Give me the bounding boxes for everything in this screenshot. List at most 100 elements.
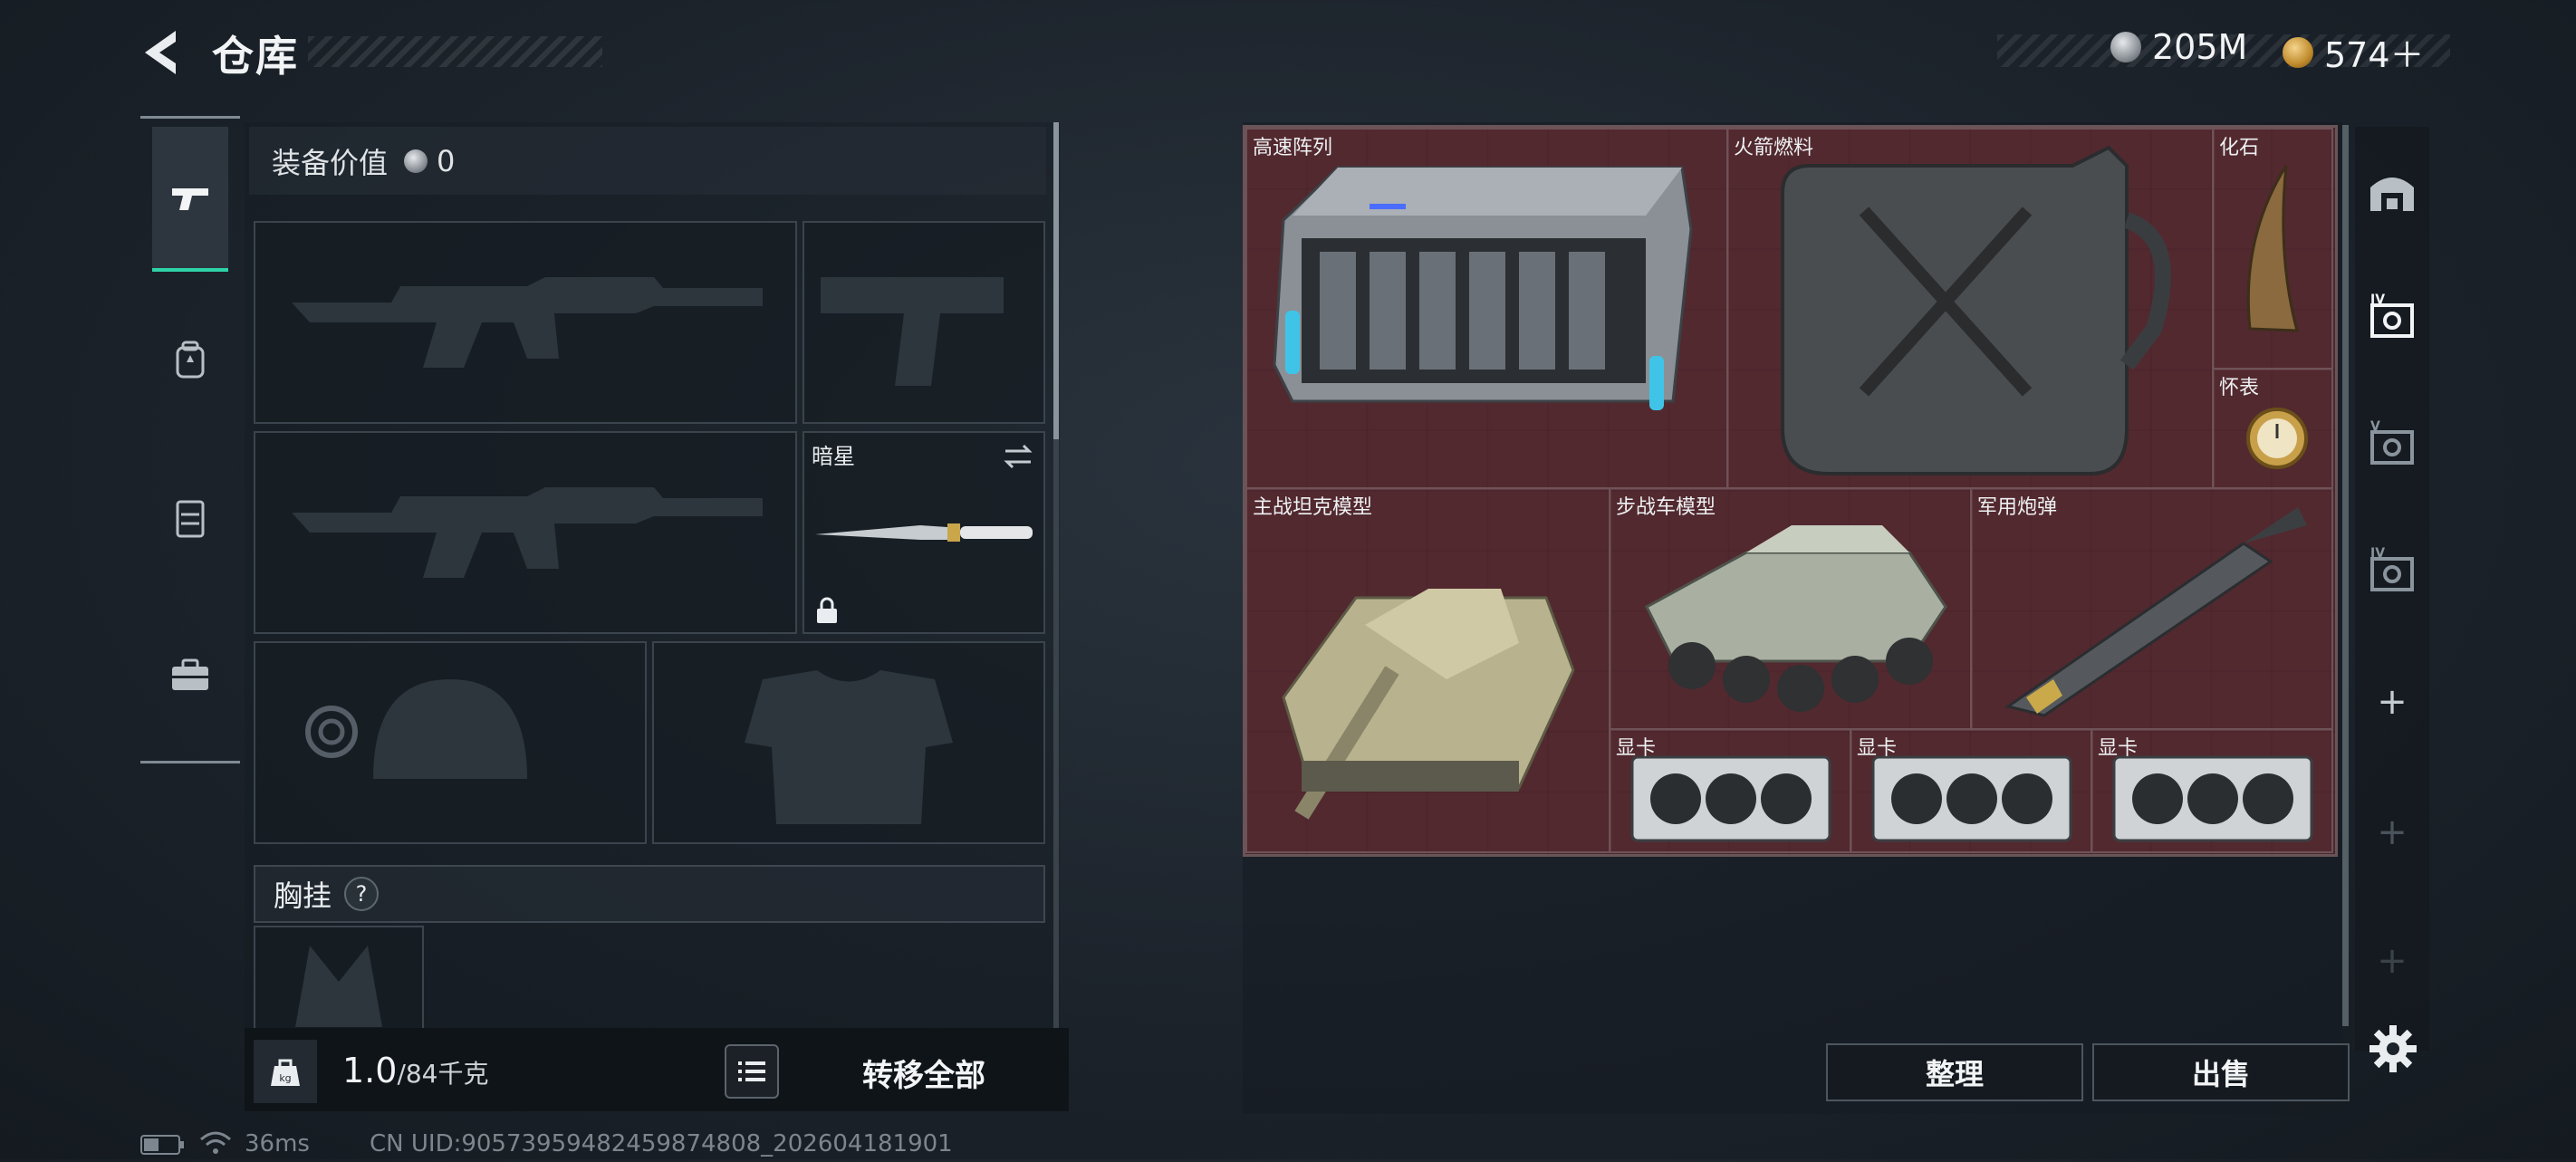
item-rocket-fuel[interactable]: 火箭燃料	[1726, 128, 2215, 490]
equipment-value-label: 装备价值	[272, 145, 389, 180]
weight-current: 1.0	[342, 1051, 398, 1090]
svg-text:IV: IV	[2370, 293, 2385, 307]
server-array-icon	[1273, 166, 1693, 410]
knife-icon	[815, 523, 1033, 542]
item-gpu-1[interactable]: 显卡	[1609, 728, 1852, 853]
secondary-weapon-slot[interactable]	[803, 221, 1045, 424]
fossil-claw-icon	[2246, 165, 2299, 332]
tab-vest[interactable]	[152, 446, 228, 591]
briefcase-icon	[172, 658, 208, 690]
helmet-silhouette-icon	[305, 679, 527, 779]
wifi-icon	[197, 1128, 234, 1162]
add-warehouse-button-locked: +	[2377, 940, 2408, 982]
armor-silhouette-icon	[745, 670, 953, 824]
tank-icon	[1282, 589, 1575, 820]
item-pocket-watch[interactable]: 怀表	[2212, 368, 2333, 490]
safe-box-icon: V	[2370, 419, 2414, 465]
chest-rig-slot[interactable]	[254, 926, 424, 1036]
item-label: 步战车模型	[1616, 496, 1716, 519]
tabs-divider-bottom	[140, 761, 240, 763]
pistol-icon	[172, 188, 208, 210]
secondary-primary-weapon-slot[interactable]	[254, 431, 797, 634]
weight-readout: 1.0/84千克	[342, 1051, 489, 1090]
warehouse-tab-main[interactable]	[2362, 152, 2422, 234]
melee-name: 暗星	[812, 444, 855, 469]
pistol-silhouette-icon	[821, 277, 1004, 386]
safe-box-icon: IV	[2370, 293, 2414, 338]
equipment-value: 0	[437, 143, 456, 178]
warehouse-tab-iv[interactable]: IV	[2362, 275, 2422, 357]
list-icon	[738, 1061, 765, 1081]
item-label: 显卡	[2098, 737, 2139, 760]
item-gpu-2[interactable]: 显卡	[1850, 728, 2093, 853]
item-label: 化石	[2219, 137, 2260, 159]
item-label: 主战坦克模型	[1253, 496, 1373, 519]
backpack-icon	[176, 341, 205, 379]
warehouse-tab-iv-2[interactable]: IV	[2362, 529, 2422, 610]
item-tank-model[interactable]: 主战坦克模型	[1245, 487, 1611, 853]
item-high-speed-array[interactable]: 高速阵列	[1245, 128, 1729, 490]
warehouse-tab-v[interactable]: V	[2362, 402, 2422, 484]
transfer-all-button[interactable]: 转移全部	[815, 1051, 1033, 1095]
armored-vehicle-icon	[1645, 525, 1947, 712]
organize-button[interactable]: 整理	[1826, 1043, 2083, 1101]
item-gpu-3[interactable]: 显卡	[2091, 728, 2333, 853]
battery-icon	[140, 1134, 186, 1162]
ping-text: 36ms	[245, 1130, 310, 1157]
item-label: 高速阵列	[1253, 137, 1333, 159]
missile-icon	[2004, 507, 2307, 717]
warehouse-icon	[2370, 178, 2414, 211]
tabs-divider-top	[140, 116, 240, 119]
item-label: 显卡	[1616, 737, 1657, 760]
sell-button[interactable]: 出售	[2092, 1043, 2350, 1101]
svg-text:kg: kg	[279, 1072, 291, 1084]
weight-icon: kg	[254, 1040, 317, 1103]
fuel-canister-icon	[1781, 145, 2171, 475]
tab-backpack[interactable]	[152, 288, 228, 433]
back-arrow-icon	[145, 31, 176, 74]
item-fossil[interactable]: 化石	[2212, 128, 2333, 370]
helmet-slot[interactable]	[254, 641, 647, 844]
swap-icon[interactable]	[1002, 440, 1034, 473]
svg-text:V: V	[2370, 419, 2380, 434]
add-warehouse-button-locked: +	[2377, 811, 2408, 853]
uid-text: CN UID:9057395948245987480​8_20260418190…	[370, 1130, 953, 1157]
storage-scrollbar-thumb[interactable]	[2342, 125, 2349, 1026]
item-military-shell[interactable]: 军用炮弹	[1970, 487, 2333, 731]
gold-currency[interactable]: 574＋	[2283, 27, 2425, 77]
equipment-scrollbar-thumb[interactable]	[1053, 122, 1059, 439]
silver-amount: 205M	[2152, 27, 2248, 67]
chest-rig-silhouette-icon	[295, 946, 382, 1027]
gear-icon	[2369, 1025, 2417, 1072]
melee-slot[interactable]: 暗星	[803, 431, 1045, 634]
rifle-silhouette-icon	[292, 277, 763, 368]
gold-coin-icon	[2283, 36, 2313, 68]
tab-briefcase[interactable]	[152, 603, 228, 748]
safe-box-icon: IV	[2370, 546, 2414, 591]
help-icon[interactable]: ?	[344, 877, 380, 911]
primary-weapon-slot[interactable]	[254, 221, 797, 424]
chest-rig-label: 胸挂	[274, 879, 332, 913]
kettlebell-icon: kg	[271, 1059, 300, 1086]
settings-button[interactable]	[2368, 1023, 2418, 1074]
silver-coin-icon	[404, 149, 428, 173]
item-label: 怀表	[2219, 377, 2260, 399]
item-label: 显卡	[1857, 737, 1898, 760]
chest-rig-bar: 胸挂 ?	[254, 865, 1045, 923]
page-title: 仓库	[212, 32, 299, 81]
rifle-silhouette-icon	[292, 487, 763, 578]
list-view-button[interactable]	[725, 1044, 779, 1099]
silver-currency: 205M	[2110, 27, 2247, 67]
item-label: 军用炮弹	[1977, 496, 2058, 519]
back-button[interactable]	[136, 25, 190, 80]
tab-firearms[interactable]	[152, 127, 228, 272]
item-ifv-model[interactable]: 步战车模型	[1609, 487, 1973, 731]
lock-icon	[817, 597, 837, 623]
weight-capacity: /84千克	[397, 1059, 489, 1089]
gold-amount: 574＋	[2324, 35, 2425, 75]
add-warehouse-button[interactable]: +	[2362, 681, 2422, 723]
title-decoration	[308, 36, 602, 67]
svg-text:IV: IV	[2370, 546, 2385, 561]
armor-slot[interactable]	[652, 641, 1045, 844]
equipment-value-bar: 装备价值 0	[249, 127, 1046, 195]
